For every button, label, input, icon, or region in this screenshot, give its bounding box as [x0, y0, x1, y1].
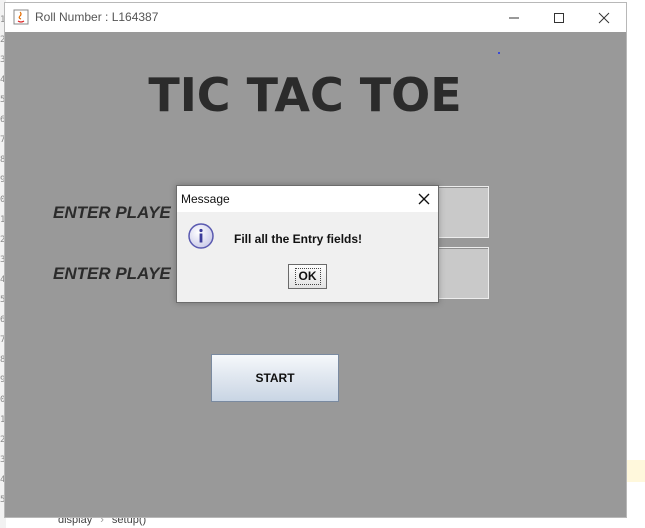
maximize-button[interactable]: [536, 3, 582, 32]
player2-label: ENTER PLAYE: [53, 264, 171, 283]
maximize-icon: [554, 12, 564, 23]
player1-label: ENTER PLAYE: [53, 203, 171, 222]
close-window-button[interactable]: [581, 3, 627, 32]
ide-current-line-highlight: [627, 460, 645, 482]
ok-button-label: OK: [294, 268, 321, 285]
java-app-icon: [13, 9, 29, 25]
dialog-close-button[interactable]: [414, 189, 434, 209]
window-titlebar[interactable]: Roll Number : L164387: [5, 3, 626, 32]
stray-pixel: [498, 52, 500, 54]
dialog-message: Fill all the Entry fields!: [234, 232, 363, 246]
minimize-icon: [509, 17, 519, 18]
close-icon: [418, 193, 430, 205]
close-icon: [598, 12, 610, 23]
minimize-button[interactable]: [491, 3, 537, 32]
dialog-titlebar[interactable]: Message: [177, 186, 438, 212]
info-icon: [188, 223, 214, 249]
window-title: Roll Number : L164387: [35, 10, 159, 24]
ok-button[interactable]: OK: [288, 264, 327, 289]
start-button[interactable]: START: [211, 354, 339, 402]
dialog-title: Message: [181, 192, 230, 206]
message-dialog: Message Fill all the Entry fields! OK: [176, 185, 439, 303]
game-title: TIC TAC TOE: [148, 68, 462, 122]
